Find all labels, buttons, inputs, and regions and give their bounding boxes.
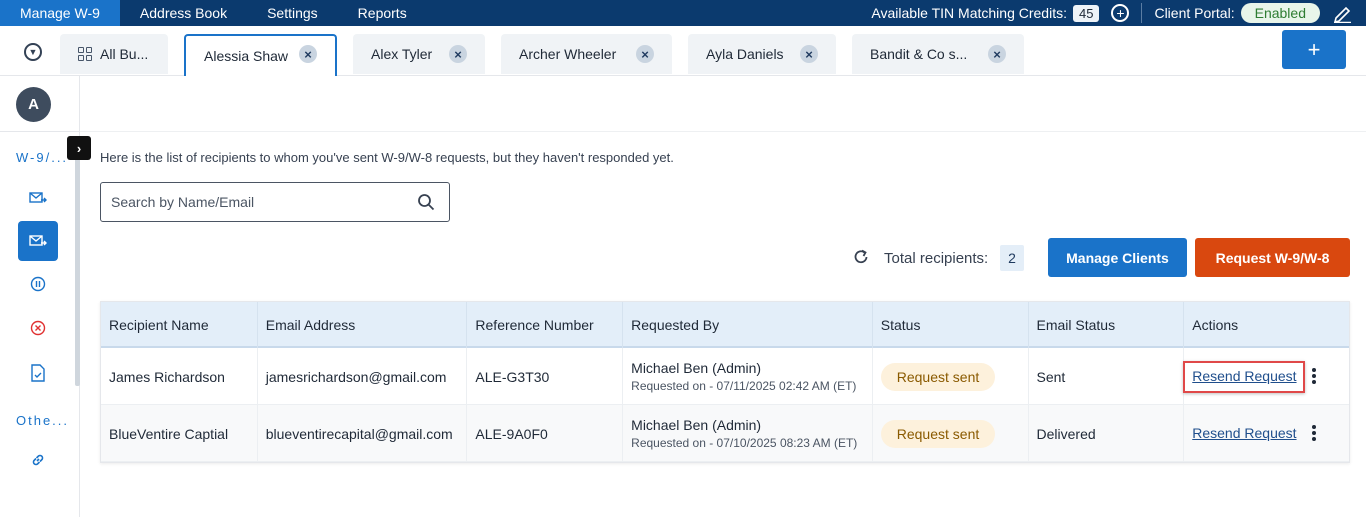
sidebar-section-others[interactable]: Othe...	[16, 413, 69, 428]
nav-reports[interactable]: Reports	[338, 0, 427, 26]
link-icon[interactable]	[18, 440, 58, 480]
tin-credits-count: 45	[1072, 4, 1100, 22]
add-tab-button[interactable]: +	[1282, 30, 1346, 69]
avatar[interactable]: A	[16, 87, 51, 122]
manage-clients-button[interactable]: Manage Clients	[1048, 238, 1187, 277]
tab-label: Ayla Daniels	[706, 46, 784, 62]
request-w9-w8-button[interactable]: Request W-9/W-8	[1195, 238, 1350, 277]
tab-archer-wheeler[interactable]: Archer Wheeler ×	[501, 34, 672, 74]
tab-label: All Bu...	[100, 46, 149, 62]
refresh-icon[interactable]	[852, 248, 870, 266]
col-email-address[interactable]: Email Address	[258, 302, 468, 348]
status-badge: Request sent	[880, 419, 996, 448]
col-status[interactable]: Status	[873, 302, 1029, 348]
cell-email-status: Sent	[1029, 348, 1185, 405]
client-portal-label: Client Portal:	[1154, 5, 1235, 21]
table-header: Recipient Name Email Address Reference N…	[101, 302, 1349, 348]
sidebar-section-w9[interactable]: W-9/...	[16, 150, 68, 165]
add-credits-icon[interactable]: +	[1111, 4, 1130, 22]
client-portal-status[interactable]: Enabled	[1240, 3, 1320, 23]
client-tabs-bar: ▼ All Bu... Alessia Shaw × Alex Tyler × …	[0, 26, 1366, 76]
cell-email-status: Delivered	[1029, 405, 1185, 462]
col-actions: Actions	[1192, 317, 1239, 333]
cell-reference: ALE-9A0F0	[467, 405, 624, 462]
tab-label: Alessia Shaw	[204, 48, 289, 64]
cell-recipient-name: BlueVentire Captial	[101, 405, 258, 462]
col-reference-number[interactable]: Reference Number	[467, 302, 624, 348]
tab-ayla-daniels[interactable]: Ayla Daniels ×	[688, 34, 836, 74]
pause-icon[interactable]	[18, 264, 58, 304]
search-placeholder: Search by Name/Email	[111, 194, 255, 210]
search-icon[interactable]	[417, 193, 435, 211]
cell-reference: ALE-G3T30	[467, 348, 624, 405]
mail-open-icon[interactable]	[18, 221, 58, 261]
cell-status: Request sent	[873, 348, 1029, 405]
status-badge: Request sent	[880, 362, 996, 391]
cell-email: blueventirecapital@gmail.com	[258, 405, 468, 462]
divider	[0, 131, 80, 132]
resend-request-link[interactable]: Resend Request	[1192, 425, 1296, 441]
cell-status: Request sent	[873, 405, 1029, 462]
close-icon[interactable]: ×	[988, 45, 1006, 63]
more-options-icon[interactable]	[1312, 425, 1317, 441]
cell-requested-by: Michael Ben (Admin) Requested on - 07/11…	[623, 348, 873, 405]
mail-send-icon[interactable]	[18, 178, 58, 218]
divider	[1141, 3, 1143, 23]
close-icon[interactable]: ×	[449, 45, 467, 63]
chevron-down-icon[interactable]: ▼	[24, 43, 42, 61]
grid-icon	[78, 47, 92, 61]
cell-requested-by: Michael Ben (Admin) Requested on - 07/10…	[623, 405, 873, 462]
table-row: James Richardson jamesrichardson@gmail.c…	[101, 348, 1349, 405]
top-nav-bar: Manage W-9 Address Book Settings Reports…	[0, 0, 1366, 26]
search-input[interactable]: Search by Name/Email	[100, 182, 450, 222]
nav-address-book[interactable]: Address Book	[120, 0, 247, 26]
recipients-table: Recipient Name Email Address Reference N…	[100, 301, 1350, 463]
tab-bandit-co[interactable]: Bandit & Co s... ×	[852, 34, 1024, 74]
requested-on: Requested on - 07/10/2025 08:23 AM (ET)	[631, 436, 858, 450]
cell-actions: Resend Request	[1184, 405, 1349, 462]
tin-credits-label: Available TIN Matching Credits:	[871, 5, 1067, 21]
cancel-icon[interactable]	[18, 308, 58, 348]
nav-manage-w9[interactable]: Manage W-9	[0, 0, 120, 26]
col-email-status[interactable]: Email Status	[1029, 302, 1185, 348]
table-row: BlueVentire Captial blueventirecapital@g…	[101, 405, 1349, 462]
tab-label: Alex Tyler	[371, 46, 433, 62]
requested-on: Requested on - 07/11/2025 02:42 AM (ET)	[631, 379, 857, 393]
content-header	[80, 76, 1366, 132]
total-recipients-count: 2	[1000, 245, 1024, 271]
close-icon[interactable]: ×	[299, 45, 317, 63]
close-icon[interactable]: ×	[636, 45, 654, 63]
tab-label: Archer Wheeler	[519, 46, 617, 62]
intro-text: Here is the list of recipients to whom y…	[100, 150, 674, 165]
highlight-box	[1183, 361, 1305, 393]
cell-email: jamesrichardson@gmail.com	[258, 348, 468, 405]
requested-by-name: Michael Ben (Admin)	[631, 417, 762, 433]
sidebar-scrollbar[interactable]	[75, 136, 80, 386]
tab-label: Bandit & Co s...	[870, 46, 968, 62]
close-icon[interactable]: ×	[800, 45, 818, 63]
more-options-icon[interactable]	[1312, 368, 1317, 384]
col-requested-by[interactable]: Requested By	[623, 302, 873, 348]
tab-alex-tyler[interactable]: Alex Tyler ×	[353, 34, 485, 74]
chevron-right-icon[interactable]: ›	[67, 136, 91, 160]
nav-settings[interactable]: Settings	[247, 0, 338, 26]
requested-by-name: Michael Ben (Admin)	[631, 360, 762, 376]
total-recipients-label: Total recipients:	[884, 250, 989, 267]
tab-all-business[interactable]: All Bu...	[60, 34, 168, 74]
document-icon[interactable]	[18, 353, 58, 393]
col-recipient-name[interactable]: Recipient Name	[101, 302, 258, 348]
edit-pencil-icon[interactable]	[1330, 3, 1354, 23]
tab-alessia-shaw[interactable]: Alessia Shaw ×	[184, 34, 337, 76]
cell-recipient-name: James Richardson	[101, 348, 258, 405]
